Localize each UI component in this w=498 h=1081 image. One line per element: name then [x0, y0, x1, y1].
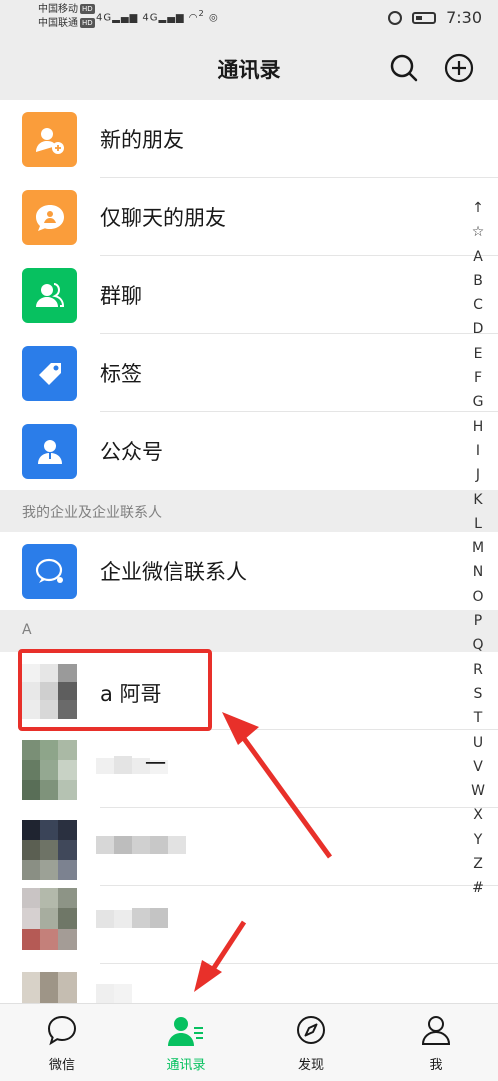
contacts-icon	[168, 1017, 203, 1046]
tab-discover[interactable]: 发现	[249, 1004, 373, 1081]
tab-label: 微信	[48, 1058, 75, 1073]
chat-icon	[47, 1015, 77, 1046]
tab-label: 通讯录	[166, 1058, 206, 1073]
arrow-head-up	[222, 712, 259, 745]
tab-label: 我	[429, 1058, 443, 1073]
bottom-tab-bar: 微信 通讯录 发现 我	[0, 1003, 498, 1081]
tab-me[interactable]: 我	[374, 1004, 498, 1081]
person-icon	[421, 1016, 451, 1045]
compass-icon	[297, 1016, 325, 1044]
tab-label: 发现	[297, 1058, 324, 1073]
tab-chats[interactable]: 微信	[0, 1004, 124, 1081]
annotation-arrows	[194, 712, 333, 992]
tab-contacts[interactable]: 通讯录	[124, 1004, 248, 1081]
